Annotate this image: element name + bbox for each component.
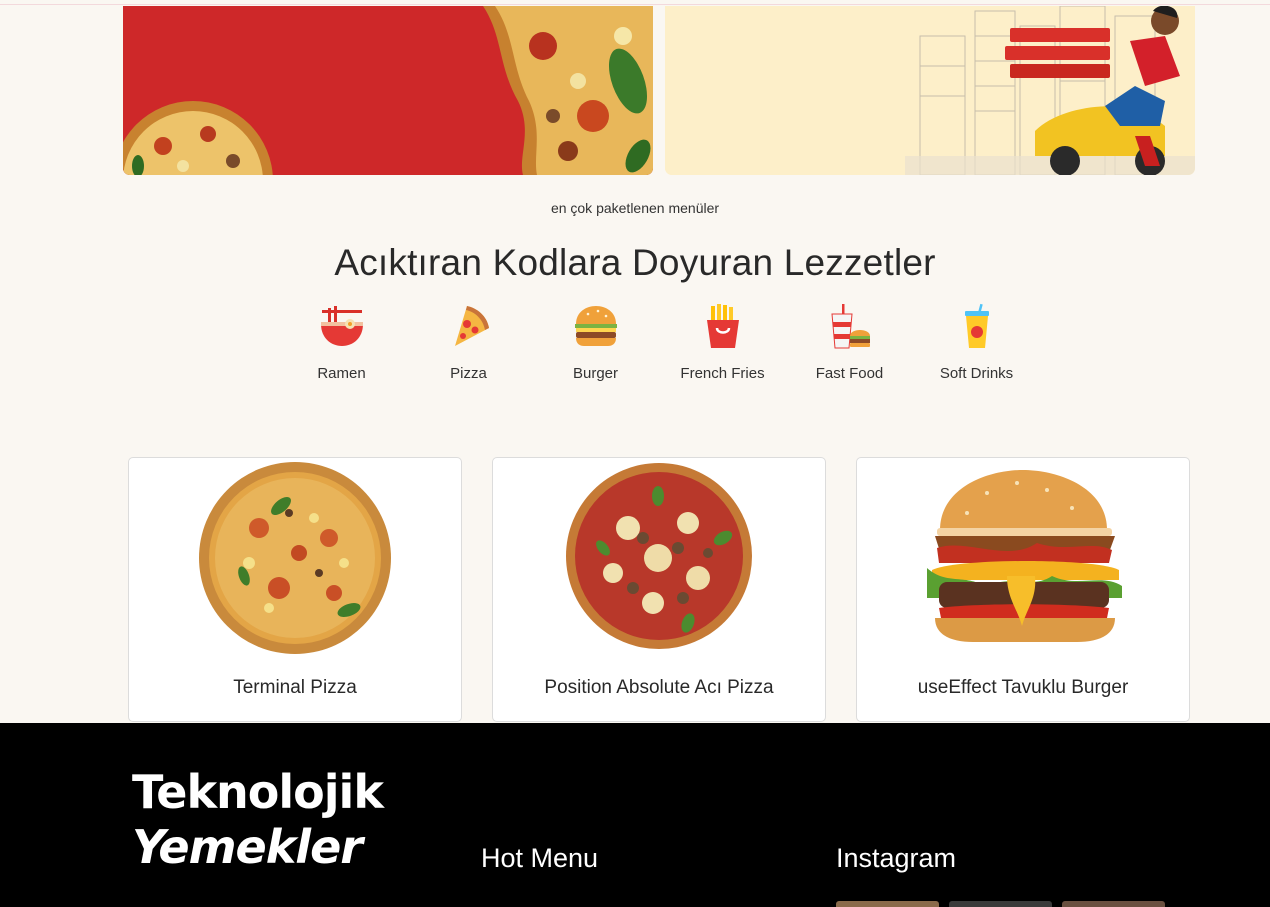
site-footer: Teknolojik Yemekler Hot Menu Instagram bbox=[0, 723, 1270, 907]
category-label: Soft Drinks bbox=[939, 365, 1014, 382]
pizza-image bbox=[199, 462, 391, 654]
promo-banner-delivery[interactable] bbox=[665, 6, 1195, 175]
french-fries-icon bbox=[699, 302, 747, 350]
category-label: Fast Food bbox=[815, 365, 884, 382]
instagram-thumbnail[interactable] bbox=[949, 901, 1052, 907]
pizza-image bbox=[566, 463, 752, 649]
instagram-thumbnail[interactable] bbox=[836, 901, 939, 907]
header-divider bbox=[0, 0, 1270, 5]
burger-icon bbox=[572, 302, 620, 350]
footer-logo[interactable]: Teknolojik Yemekler bbox=[132, 765, 384, 875]
category-list: Ramen Pizza Burger French Fries Fast Foo… bbox=[278, 300, 1038, 390]
burger-image bbox=[927, 470, 1122, 642]
banner-pizza-illustration bbox=[123, 6, 653, 175]
category-fast-food[interactable]: Fast Food bbox=[786, 300, 913, 382]
promo-banner-pizza[interactable] bbox=[123, 6, 653, 175]
menu-card-useeffect-burger[interactable]: useEffect Tavuklu Burger bbox=[856, 457, 1190, 722]
category-pizza[interactable]: Pizza bbox=[405, 300, 532, 382]
menu-card-title: useEffect Tavuklu Burger bbox=[917, 677, 1129, 698]
footer-instagram-heading: Instagram bbox=[836, 843, 957, 873]
soft-drink-icon bbox=[953, 302, 1001, 350]
menu-card-title: Terminal Pizza bbox=[233, 677, 357, 698]
fast-food-icon bbox=[826, 302, 874, 350]
menu-card-title: Position Absolute Acı Pizza bbox=[544, 677, 774, 698]
category-label: French Fries bbox=[680, 365, 765, 382]
menu-card-terminal-pizza[interactable]: Terminal Pizza bbox=[128, 457, 462, 722]
section-subtitle: en çok paketlenen menüler bbox=[550, 200, 720, 216]
pizza-slice-icon bbox=[445, 302, 493, 350]
category-burger[interactable]: Burger bbox=[532, 300, 659, 382]
category-soft-drinks[interactable]: Soft Drinks bbox=[913, 300, 1040, 382]
footer-hot-menu-heading: Hot Menu bbox=[481, 843, 599, 873]
section-title: Acıktıran Kodlara Doyuran Lezzetler bbox=[334, 242, 936, 283]
logo-line-1: Teknolojik bbox=[132, 765, 384, 819]
delivery-courier-illustration bbox=[665, 6, 1195, 175]
instagram-thumbnail[interactable] bbox=[1062, 901, 1165, 907]
category-label: Pizza bbox=[450, 365, 487, 382]
menu-card-position-absolute-pizza[interactable]: Position Absolute Acı Pizza bbox=[492, 457, 826, 722]
logo-line-2: Yemekler bbox=[132, 820, 363, 874]
ramen-bowl-icon bbox=[318, 302, 366, 350]
category-french-fries[interactable]: French Fries bbox=[659, 300, 786, 382]
category-label: Ramen bbox=[317, 365, 366, 382]
category-ramen[interactable]: Ramen bbox=[278, 300, 405, 382]
category-label: Burger bbox=[572, 365, 619, 382]
